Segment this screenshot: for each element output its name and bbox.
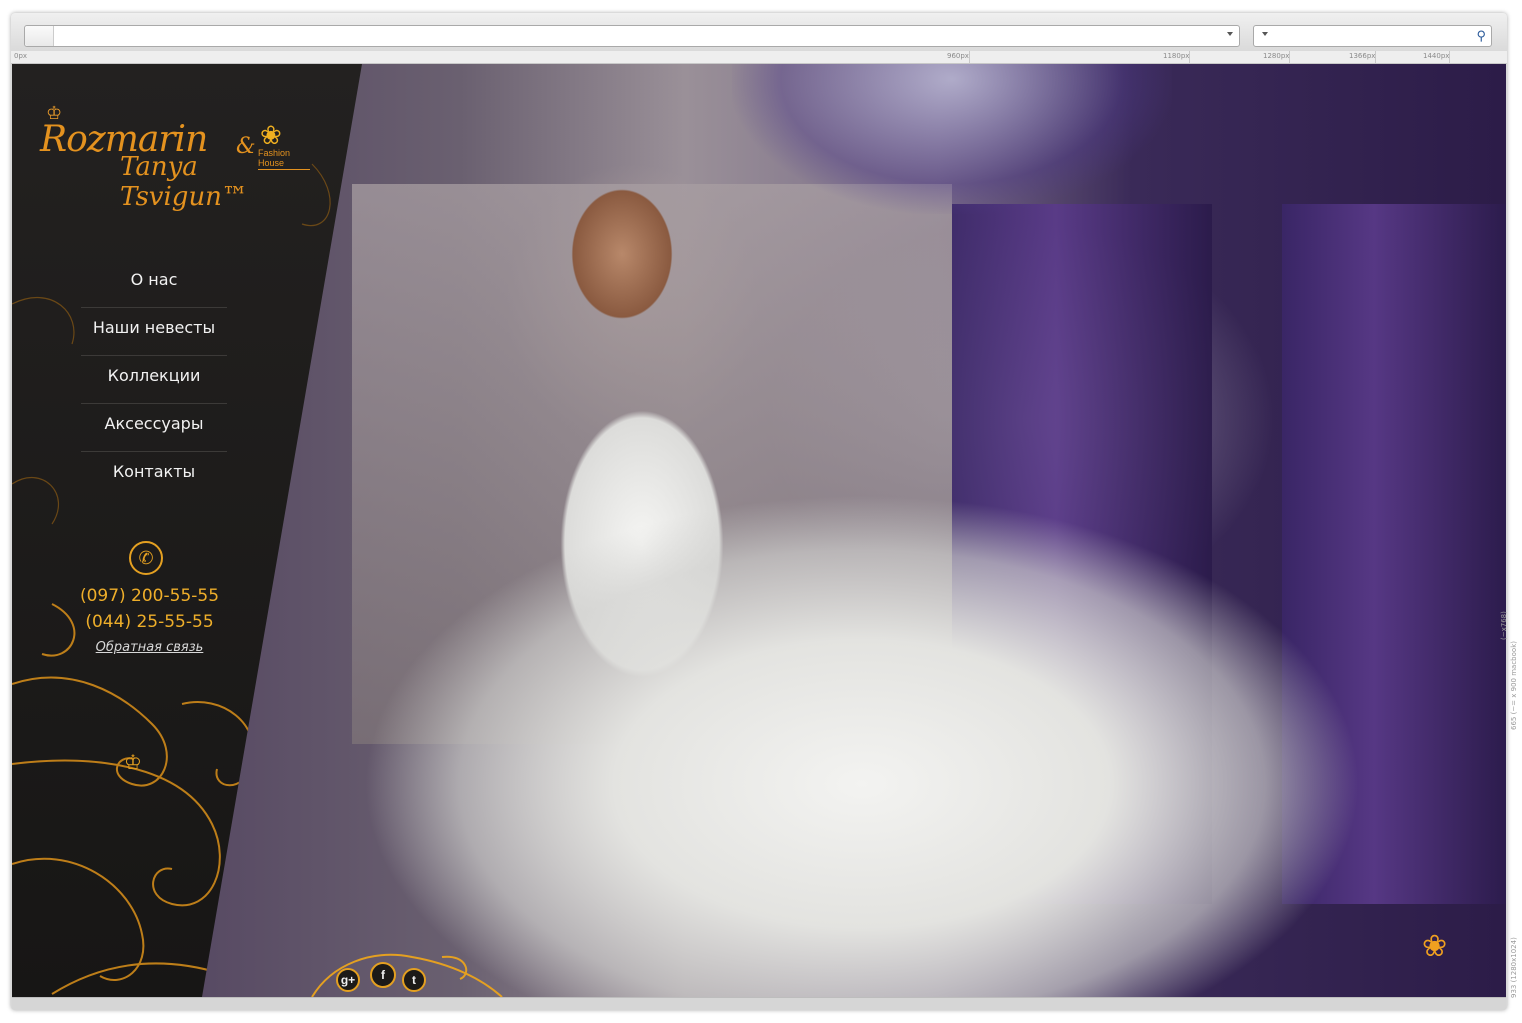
site-icon [25,26,54,46]
ruler-label: 1180px [1163,52,1190,60]
nav-item-collections[interactable]: Коллекции [81,356,227,404]
page-viewport: ♔ Rozmarin & ❀ Fashion House Tanya Tsvig… [12,64,1506,997]
search-box[interactable]: ⚲ [1253,25,1492,47]
feedback-link[interactable]: Обратная связь [62,640,237,655]
logo[interactable]: ♔ Rozmarin & ❀ Fashion House Tanya Tsvig… [40,104,310,212]
search-icon[interactable]: ⚲ [1476,28,1486,44]
side-ruler-label: 665 (~= x 900 macbook) [1510,641,1518,730]
crown-icon: ♔ [124,752,142,774]
ruler-label: 0px [14,52,28,60]
phone-number-2[interactable]: (044) 25-55-55 [62,612,237,632]
ruler-label: 1366px [1349,52,1376,60]
address-dropdown-icon[interactable] [1227,32,1233,36]
nav-item-contacts[interactable]: Контакты [81,452,227,499]
address-bar[interactable] [24,25,1240,47]
nav-item-accessories[interactable]: Аксессуары [81,404,227,452]
search-engine-dropdown-icon[interactable] [1262,32,1268,36]
ruler-label: 1440px [1423,52,1450,60]
side-ruler-label: (~x768) [1500,611,1508,640]
horizontal-scrollbar[interactable] [12,997,1506,1010]
flower-icon: ❀ [260,120,282,150]
wedding-dress-veil [302,424,1506,997]
side-ruler-label: 933 (1280x1024) [1510,937,1518,998]
ruler-label: 960px [947,52,969,60]
ruler: 0px 960px 1180px 1280px 1366px 1440px [11,51,1507,64]
browser-window: ⚲ 0px 960px 1180px 1280px 1366px 1440px [11,13,1507,1010]
side-ruler: 665 (~= x 900 macbook) (~x768) 933 (1280… [1500,560,1520,1000]
main-nav: О нас Наши невесты Коллекции Аксессуары … [81,260,227,499]
logo-line2: Tanya Tsvigun™ [120,152,248,212]
phone-number-1[interactable]: (097) 200-55-55 [62,586,237,606]
browser-toolbar: ⚲ [11,13,1507,51]
facebook-icon[interactable]: f [370,962,396,988]
nav-item-brides[interactable]: Наши невесты [81,308,227,356]
chandelier [732,64,1172,214]
ruler-label: 1280px [1263,52,1290,60]
phone-icon: ✆ [129,541,163,575]
nav-item-about[interactable]: О нас [81,260,227,308]
twitter-icon[interactable]: t [402,968,426,992]
flower-logo-icon[interactable]: ❀ [1422,932,1447,962]
google-plus-icon[interactable]: g+ [336,968,360,992]
